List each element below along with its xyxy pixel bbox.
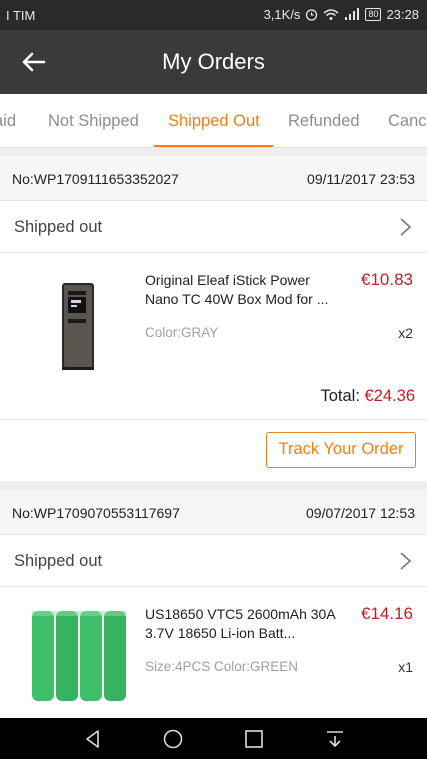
home-circle-icon[interactable] xyxy=(162,728,184,750)
chevron-right-icon xyxy=(400,552,412,570)
order-header: No:WP1709111653352027 09/11/2017 23:53 xyxy=(0,156,427,201)
back-triangle-icon[interactable] xyxy=(82,728,104,750)
app-bar: My Orders xyxy=(0,30,427,94)
product-attributes: Size:4PCS Color:GREEN xyxy=(145,659,299,674)
product-name: US18650 VTC5 2600mAh 30A 3.7V 18650 Li-i… xyxy=(145,606,335,641)
order-date: 09/07/2017 12:53 xyxy=(306,505,415,521)
product-image-box-mod xyxy=(62,283,94,370)
track-order-button[interactable]: Track Your Order xyxy=(266,432,416,468)
active-tab-indicator xyxy=(154,145,273,147)
order-card: No:WP1709111653352027 09/11/2017 23:53 S… xyxy=(0,156,427,481)
order-card: No:WP1709070553117697 09/07/2017 12:53 S… xyxy=(0,490,427,725)
order-number: No:WP1709111653352027 xyxy=(12,171,179,187)
tab-cancelled[interactable]: Canc xyxy=(388,112,427,131)
order-status-row[interactable]: Shipped out xyxy=(0,201,427,253)
clock: 23:28 xyxy=(386,7,419,22)
status-bar: I TIM 3,1K/s 80 23:28 xyxy=(0,0,427,30)
tab-not-shipped[interactable]: Not Shipped xyxy=(48,112,139,131)
order-header: No:WP1709070553117697 09/07/2017 12:53 xyxy=(0,490,427,535)
chevron-right-icon xyxy=(400,218,412,236)
tab-refunded[interactable]: Refunded xyxy=(288,112,360,131)
order-total: Total: €24.36 xyxy=(321,387,416,406)
product-image-batteries xyxy=(32,611,126,701)
tab-paid[interactable]: aid xyxy=(0,112,16,131)
order-status-row[interactable]: Shipped out xyxy=(0,535,427,587)
total-amount: €24.36 xyxy=(364,387,415,405)
product-quantity: x1 xyxy=(398,659,413,675)
alarm-icon xyxy=(306,9,318,21)
order-number: No:WP1709070553117697 xyxy=(12,505,180,521)
product-quantity: x2 xyxy=(398,325,413,341)
tab-shipped-out[interactable]: Shipped Out xyxy=(168,112,260,131)
signal-icon xyxy=(345,8,360,20)
order-item[interactable]: Original Eleaf iStick Power Nano TC 40W … xyxy=(0,253,427,385)
order-status-tabs: aid Not Shipped Shipped Out Refunded Can… xyxy=(0,94,427,148)
notification-pull-icon[interactable] xyxy=(324,728,346,750)
order-status: Shipped out xyxy=(14,218,103,236)
product-price: €14.16 xyxy=(361,604,413,623)
product-name: Original Eleaf iStick Power Nano TC 40W … xyxy=(145,272,329,307)
order-date: 09/11/2017 23:53 xyxy=(307,171,415,187)
battery-icon: 80 xyxy=(365,8,382,21)
network-speed: 3,1K/s xyxy=(263,7,301,22)
product-attributes: Color:GRAY xyxy=(145,325,219,340)
system-nav-bar xyxy=(0,718,427,759)
order-actions: Track Your Order xyxy=(0,420,427,480)
total-label: Total: xyxy=(320,387,360,405)
carrier-label: I TIM xyxy=(6,8,36,23)
order-status: Shipped out xyxy=(14,552,103,570)
product-price: €10.83 xyxy=(361,270,413,289)
wifi-icon xyxy=(323,9,339,20)
order-item[interactable]: US18650 VTC5 2600mAh 30A 3.7V 18650 Li-i… xyxy=(0,587,427,719)
recents-square-icon[interactable] xyxy=(243,728,265,750)
page-title: My Orders xyxy=(162,49,265,74)
order-total-row: Total: €24.36 xyxy=(0,385,427,420)
